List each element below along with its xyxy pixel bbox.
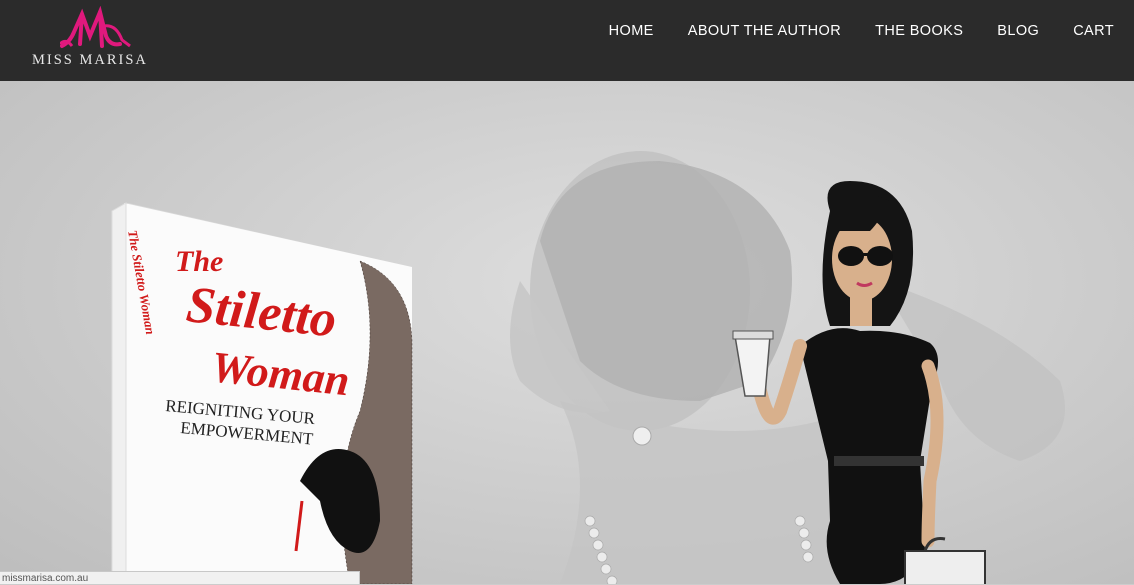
hero-banner: The Stiletto Woman REIGNITING YOUR EMPOW… [0,81,1134,584]
logo-monogram-icon [60,6,131,48]
logo-text: MISS MARISA [32,52,148,68]
svg-text:The: The [175,245,223,278]
header-bar: MISS MARISA HOME ABOUT THE AUTHOR THE BO… [0,0,1134,81]
hero-background-photo: The Stiletto Woman REIGNITING YOUR EMPOW… [111,151,1065,584]
nav-cart[interactable]: CART [1073,23,1114,39]
nav-about-the-author[interactable]: ABOUT THE AUTHOR [688,23,841,39]
nav-blog[interactable]: BLOG [997,23,1039,39]
book-cover-image: The Stiletto Woman REIGNITING YOUR EMPOW… [111,202,413,584]
browser-status-url: missmarisa.com.au [0,571,360,584]
main-nav: HOME ABOUT THE AUTHOR THE BOOKS BLOG CAR… [609,0,1134,62]
site-logo[interactable]: MISS MARISA [30,6,170,70]
nav-home[interactable]: HOME [609,23,654,39]
nav-the-books[interactable]: THE BOOKS [875,23,963,39]
